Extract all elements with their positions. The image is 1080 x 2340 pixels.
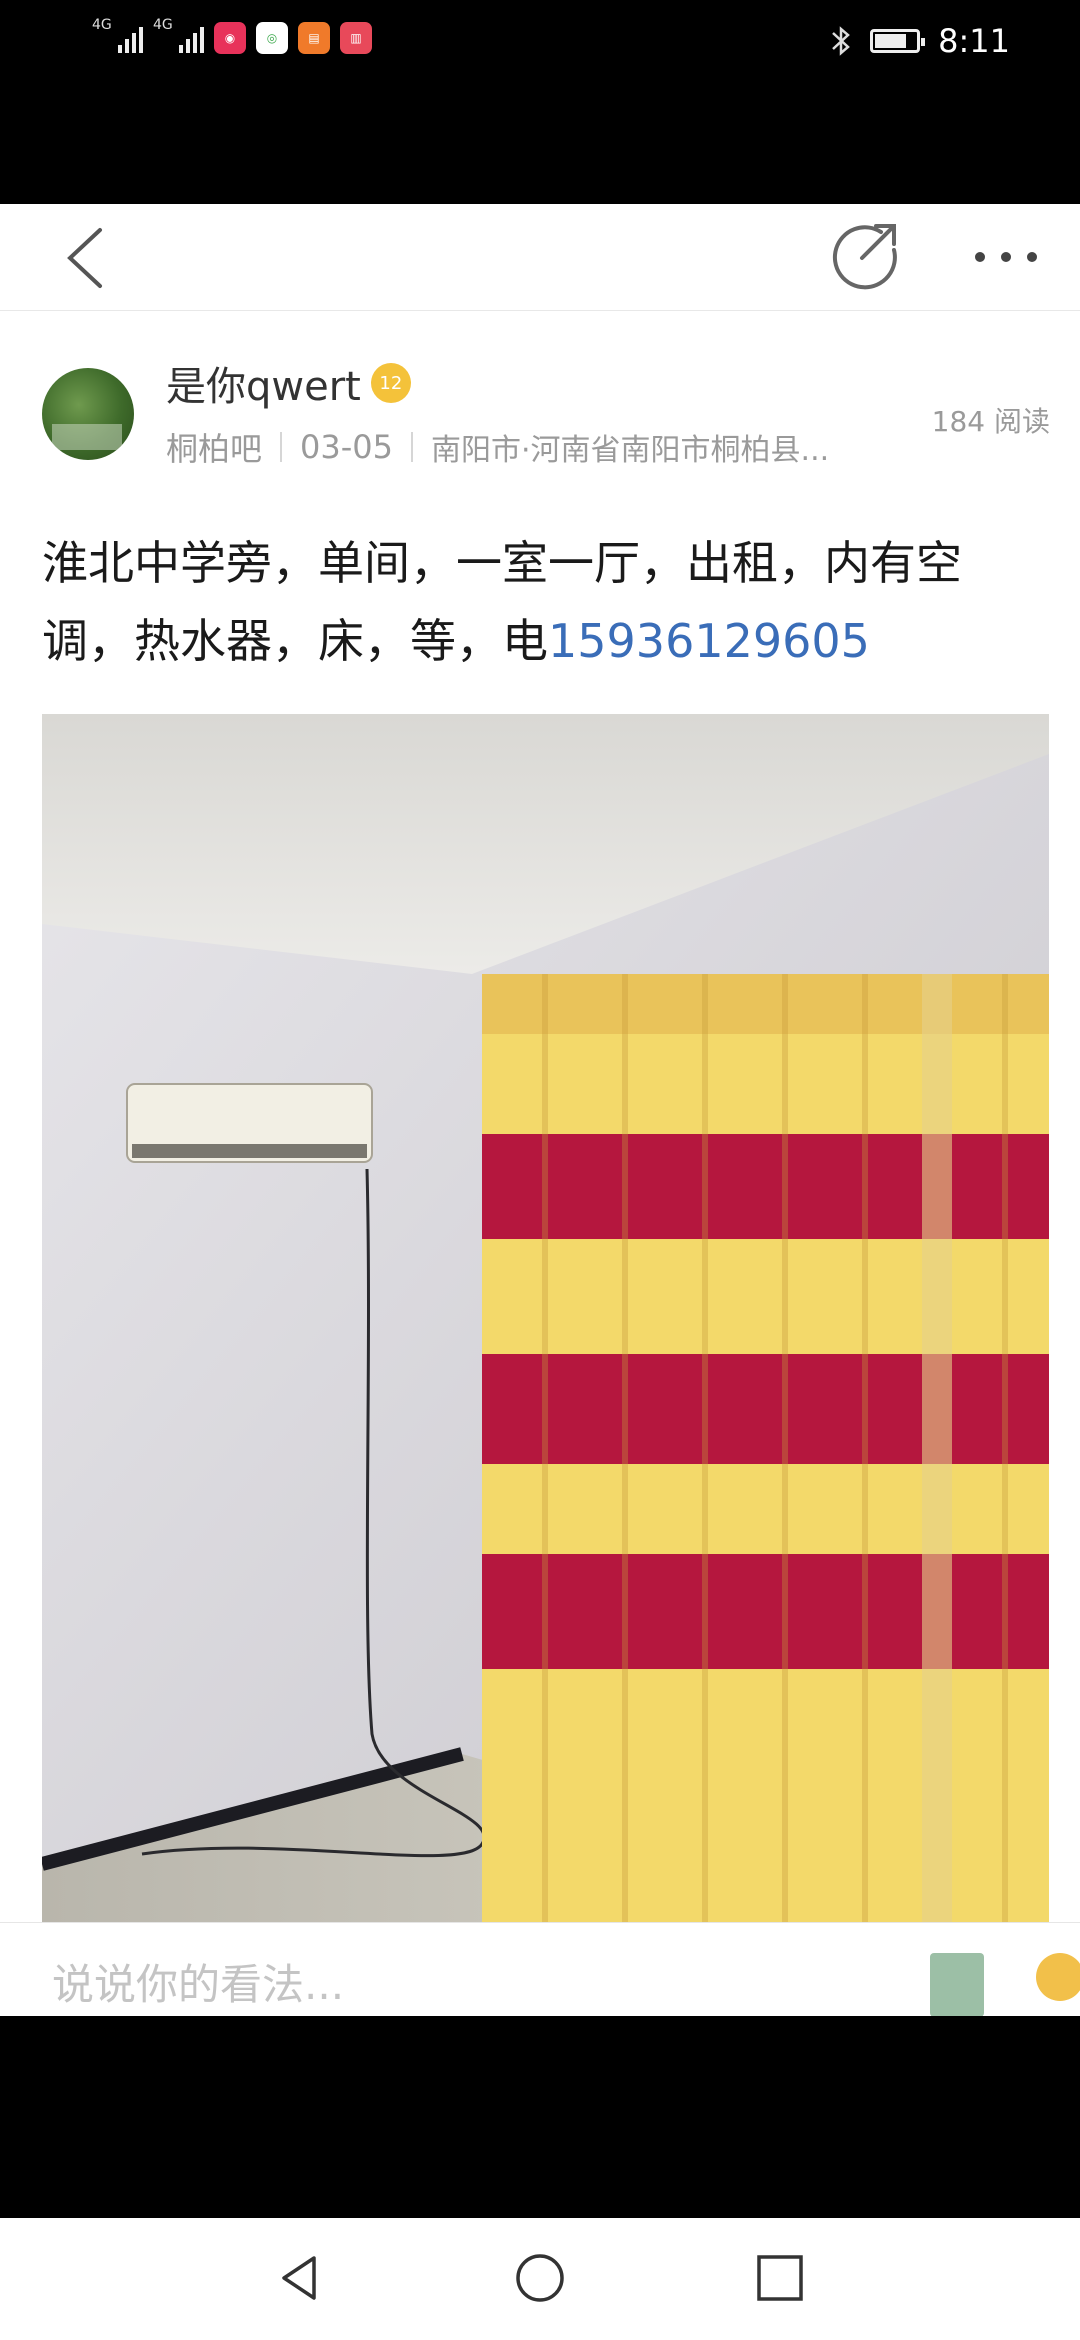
status-bar: 4G 4G ◉ ◎ ▤ ▥ 8:11 [0, 0, 1080, 204]
signal-sim1-icon: 4G [92, 17, 143, 53]
signal-sim2-icon: 4G [153, 17, 204, 53]
top-nav-bar [0, 204, 1080, 311]
nav-home-icon[interactable] [510, 2248, 570, 2308]
screen-gap [0, 2016, 1080, 2218]
read-count: 184 阅读 [931, 405, 1050, 438]
battery-icon [870, 29, 926, 53]
status-right: 8:11 [830, 22, 1010, 60]
comment-input[interactable]: 说说你的看法... [52, 1951, 344, 2012]
app-notification-icon: ▤ [298, 22, 330, 54]
nav-back-icon[interactable] [270, 2248, 330, 2308]
network-type-label: 4G [153, 17, 173, 33]
post-body: 淮北中学旁，单间，一室一厅，出租，内有空调，热水器，床，等，电159361296… [42, 524, 1042, 680]
avatar[interactable] [42, 368, 134, 460]
app-notification-icon: ▥ [340, 22, 372, 54]
author-block: 是你qwert 12 桐柏吧 03-05 南阳市·河南省南阳市桐柏县... 18… [0, 354, 1080, 494]
comment-bar: 说说你的看法... [0, 1922, 1080, 2016]
author-name-row[interactable]: 是你qwert 12 [166, 354, 411, 412]
app-notification-icon: ◎ [256, 22, 288, 54]
post-meta: 桐柏吧 03-05 南阳市·河南省南阳市桐柏县... [166, 424, 829, 470]
phone-link[interactable]: 15936129605 [548, 614, 870, 668]
clock: 8:11 [938, 22, 1010, 60]
status-left: 4G 4G ◉ ◎ ▤ ▥ [92, 17, 372, 54]
more-dots-icon[interactable] [966, 232, 1046, 282]
level-badge: 12 [370, 363, 411, 403]
back-chevron-icon[interactable] [58, 218, 118, 298]
sticker-thumbnail[interactable] [930, 1953, 984, 2016]
post-date: 03-05 [300, 428, 393, 466]
app-notification-icon: ◉ [214, 22, 246, 54]
curtain [482, 974, 1049, 1924]
system-nav-bar [0, 2218, 1080, 2340]
nav-recents-icon[interactable] [750, 2248, 810, 2308]
emoji-icon[interactable] [1036, 1953, 1080, 2001]
bluetooth-icon [832, 26, 851, 56]
share-icon[interactable] [826, 214, 906, 294]
forum-name[interactable]: 桐柏吧 [166, 424, 262, 470]
author-name[interactable]: 是你qwert [166, 354, 361, 412]
post-photo[interactable] [42, 714, 1049, 1924]
post-detail-page: 是你qwert 12 桐柏吧 03-05 南阳市·河南省南阳市桐柏县... 18… [0, 204, 1080, 2016]
divider [411, 432, 413, 462]
post-location[interactable]: 南阳市·河南省南阳市桐柏县... [431, 425, 829, 469]
network-type-label: 4G [92, 17, 112, 33]
divider [280, 432, 283, 462]
